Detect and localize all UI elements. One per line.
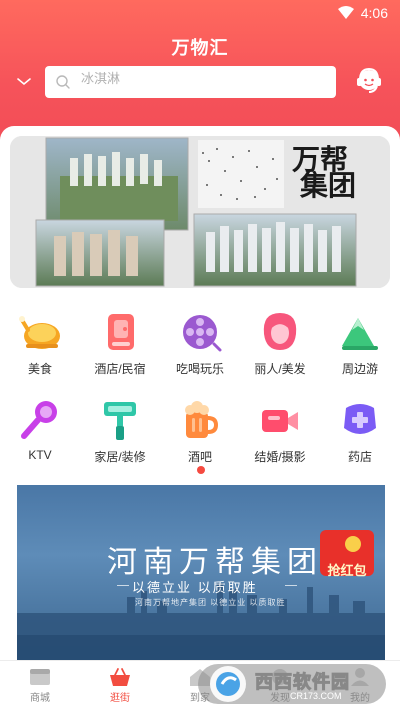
- status-bar: 4:06: [0, 0, 400, 26]
- category-food[interactable]: 美食: [7, 310, 73, 377]
- category-label: 药店: [347, 450, 372, 464]
- category-entertainment[interactable]: 吃喝玩乐: [167, 310, 233, 377]
- store-icon: [30, 669, 50, 685]
- roast-chicken-icon: [19, 316, 60, 349]
- nav-item-browse[interactable]: 逛街: [80, 667, 160, 704]
- nav-item-mall[interactable]: 商城: [0, 667, 80, 704]
- customer-service-icon[interactable]: [355, 66, 383, 96]
- slogan-divider-right: [285, 585, 297, 586]
- film-reel-icon: [183, 315, 222, 352]
- mountain-icon: [342, 318, 378, 350]
- search-icon: [56, 75, 70, 89]
- category-travel[interactable]: 周边游: [327, 310, 393, 377]
- category-bar[interactable]: 酒吧: [167, 398, 233, 465]
- search-input[interactable]: 冰淇淋: [45, 66, 336, 98]
- status-time: 4:06: [360, 5, 388, 21]
- notification-dot: [197, 466, 205, 474]
- medicine-kit-icon: [344, 404, 376, 434]
- video-camera-icon: [262, 410, 298, 432]
- search-placeholder: 冰淇淋: [81, 71, 121, 86]
- microphone-icon: [21, 401, 57, 439]
- shopping-basket-icon: [110, 668, 130, 686]
- category-label: 丽人/美发: [254, 362, 306, 376]
- nav-label: 逛街: [110, 693, 130, 704]
- category-home-decor[interactable]: 家居/装修: [87, 398, 153, 465]
- hotel-icon: [108, 314, 134, 350]
- paint-roller-icon: [104, 402, 136, 440]
- category-label: 酒店/民宿: [94, 362, 146, 376]
- nav-label: 商城: [30, 693, 50, 704]
- category-label: 周边游: [341, 362, 378, 376]
- category-label: 结婚/摄影: [254, 450, 306, 464]
- category-label: 家居/装修: [94, 450, 146, 464]
- watermark-url: CR173.COM: [290, 691, 342, 701]
- coin-icon: [345, 536, 361, 552]
- category-label: 美食: [27, 362, 52, 376]
- red-packet-label: 抢红包: [327, 563, 367, 578]
- category-label: KTV: [28, 448, 52, 462]
- ad-title: 河南万帮集团: [107, 545, 323, 580]
- beer-mug-icon: [185, 401, 219, 438]
- wifi-icon: [338, 6, 354, 19]
- category-hotel[interactable]: 酒店/民宿: [87, 310, 153, 377]
- category-beauty[interactable]: 丽人/美发: [247, 310, 313, 377]
- slogan-divider-left: [117, 585, 129, 586]
- ad-slogan: 以德立业 以质取胜: [132, 580, 258, 595]
- category-label: 吃喝玩乐: [175, 362, 224, 376]
- page-title: 万物汇: [171, 38, 229, 58]
- woman-hair-icon: [263, 313, 297, 350]
- chevron-down-icon[interactable]: [15, 72, 33, 90]
- banner-calligraphy-bottom: 集团: [300, 169, 357, 202]
- category-label: 酒吧: [187, 450, 212, 464]
- category-pharmacy[interactable]: 药店: [327, 398, 393, 465]
- ad-subtext: 河南万帮地产集团 以德立业 以质取胜: [135, 598, 286, 607]
- category-ktv[interactable]: KTV: [7, 398, 73, 462]
- category-wedding-photo[interactable]: 结婚/摄影: [247, 398, 313, 465]
